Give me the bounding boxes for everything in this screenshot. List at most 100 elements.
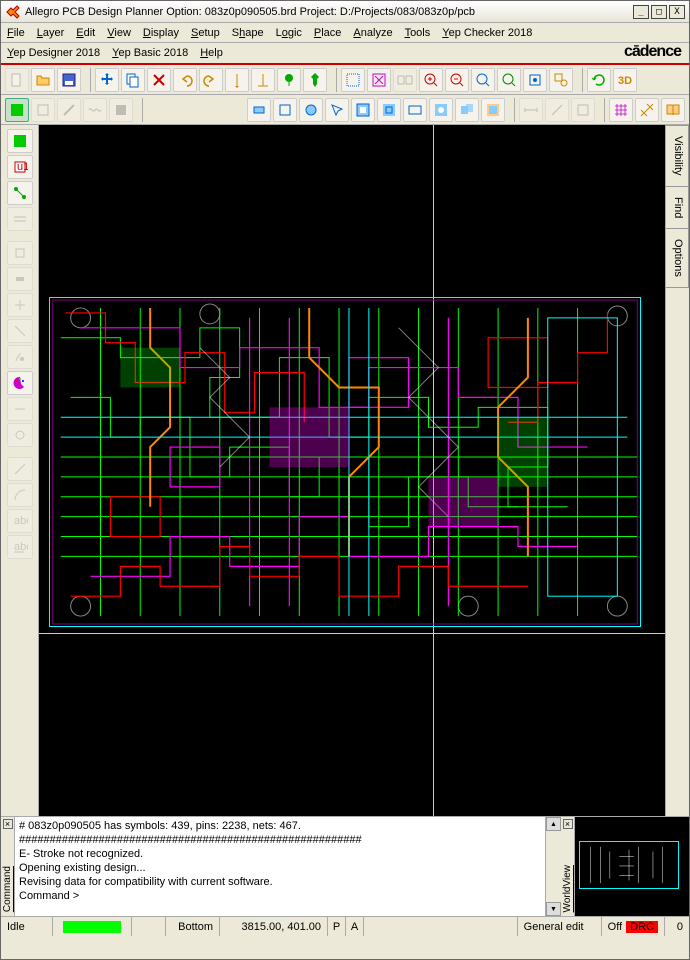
shape-edge-button[interactable] [429, 98, 453, 122]
scroll-down-icon[interactable]: ▼ [546, 902, 561, 916]
menu-yep-checker[interactable]: Yep Checker 2018 [442, 27, 532, 39]
lt-2[interactable] [7, 267, 33, 291]
general-edit-button[interactable] [5, 98, 29, 122]
open-button[interactable] [31, 68, 55, 92]
ruler-button[interactable] [225, 68, 249, 92]
ratsnest-button[interactable] [635, 98, 659, 122]
zoom-select-button[interactable] [549, 68, 573, 92]
shape-edit-button[interactable] [109, 98, 133, 122]
shape-check-button[interactable] [481, 98, 505, 122]
zoom-out-button[interactable] [445, 68, 469, 92]
status-blank1 [132, 917, 166, 936]
menu-edit[interactable]: Edit [76, 27, 95, 39]
menu-yep-basic[interactable]: Yep Basic 2018 [112, 47, 188, 59]
grid-select-button[interactable] [341, 68, 365, 92]
marker-button[interactable] [277, 68, 301, 92]
lt-line[interactable] [7, 457, 33, 481]
delete-button[interactable] [147, 68, 171, 92]
undo-button[interactable] [173, 68, 197, 92]
svg-text:3D: 3D [618, 75, 632, 87]
console-scrollbar[interactable]: ▲ ▼ [545, 817, 561, 916]
shape-circle-button[interactable] [299, 98, 323, 122]
3d-button[interactable]: 3D [613, 68, 637, 92]
menu-file[interactable]: File [7, 27, 25, 39]
worldview-close-icon[interactable]: × [563, 819, 573, 829]
book-button[interactable] [661, 98, 685, 122]
console-body[interactable]: # 083z0p090505 has symbols: 439, pins: 2… [15, 817, 561, 916]
refresh-button[interactable] [587, 68, 611, 92]
lt-5[interactable] [7, 345, 33, 369]
dim-h-button[interactable] [519, 98, 543, 122]
close-button[interactable]: X [669, 5, 685, 19]
move-button[interactable] [95, 68, 119, 92]
menu-setup[interactable]: Setup [191, 27, 220, 39]
etch-edit-button[interactable] [57, 98, 81, 122]
app-icon [5, 4, 21, 20]
menu-tools[interactable]: Tools [405, 27, 431, 39]
status-a[interactable]: A [346, 917, 364, 936]
lt-4[interactable] [7, 319, 33, 343]
minimize-button[interactable]: _ [633, 5, 649, 19]
console-handle[interactable]: × Command [1, 817, 15, 916]
design-canvas[interactable] [39, 125, 665, 816]
shape-void3-button[interactable] [403, 98, 427, 122]
worldview-canvas[interactable] [575, 817, 689, 916]
shape-void2-button[interactable] [377, 98, 401, 122]
menu-layer[interactable]: Layer [37, 27, 65, 39]
menu-shape[interactable]: Shape [232, 27, 264, 39]
lt-7[interactable] [7, 423, 33, 447]
shape-select-button[interactable] [325, 98, 349, 122]
menu-yep-designer[interactable]: Yep Designer 2018 [7, 47, 100, 59]
zoom-fit-button[interactable] [471, 68, 495, 92]
grid-button[interactable] [609, 98, 633, 122]
new-button[interactable] [5, 68, 29, 92]
pin-button[interactable] [303, 68, 327, 92]
menu-view[interactable]: View [107, 27, 131, 39]
tab-options[interactable]: Options [666, 228, 689, 288]
layer-bus-button[interactable] [7, 207, 33, 231]
lt-1[interactable] [7, 241, 33, 265]
worldview-handle[interactable]: × WorldView [561, 817, 575, 916]
menu-display[interactable]: Display [143, 27, 179, 39]
zoom-prev-button[interactable] [497, 68, 521, 92]
menu-help[interactable]: Help [200, 47, 223, 59]
signal-button[interactable] [83, 98, 107, 122]
shape-poly-button[interactable] [273, 98, 297, 122]
status-drc: Off DRC [602, 917, 665, 936]
lt-3[interactable] [7, 293, 33, 317]
lt-text2[interactable]: abc [7, 535, 33, 559]
tab-visibility[interactable]: Visibility [666, 125, 689, 187]
layer-net-button[interactable] [7, 181, 33, 205]
status-drc-badge[interactable]: DRC [626, 921, 658, 933]
save-button[interactable] [57, 68, 81, 92]
menu-place[interactable]: Place [314, 27, 342, 39]
tab-find[interactable]: Find [666, 186, 689, 229]
maximize-button[interactable]: □ [651, 5, 667, 19]
layer-top-button[interactable] [7, 129, 33, 153]
zoom-in-button[interactable] [419, 68, 443, 92]
console-close-icon[interactable]: × [3, 819, 13, 829]
zoom-center-button[interactable] [523, 68, 547, 92]
shape-rect-button[interactable] [247, 98, 271, 122]
scroll-up-icon[interactable]: ▲ [546, 817, 561, 831]
ruler2-button[interactable] [251, 68, 275, 92]
shape-void-button[interactable] [351, 98, 375, 122]
window-button[interactable] [367, 68, 391, 92]
status-layer[interactable]: Bottom [166, 917, 220, 936]
status-p[interactable]: P [328, 917, 346, 936]
layer-ic-button[interactable]: u1 [7, 155, 33, 179]
menu-analyze[interactable]: Analyze [353, 27, 392, 39]
layer-color-button[interactable] [7, 371, 33, 395]
place-edit-button[interactable] [31, 98, 55, 122]
lt-text[interactable]: abc [7, 509, 33, 533]
copy-button[interactable] [121, 68, 145, 92]
redo-button[interactable] [199, 68, 223, 92]
lt-6[interactable] [7, 397, 33, 421]
shape-merge-button[interactable] [455, 98, 479, 122]
prev-button[interactable] [393, 68, 417, 92]
menu-logic[interactable]: Logic [276, 27, 302, 39]
lt-arc[interactable] [7, 483, 33, 507]
dim-c-button[interactable] [571, 98, 595, 122]
titlebar: Allegro PCB Design Planner Option: 083z0… [1, 1, 689, 23]
dim-a-button[interactable] [545, 98, 569, 122]
